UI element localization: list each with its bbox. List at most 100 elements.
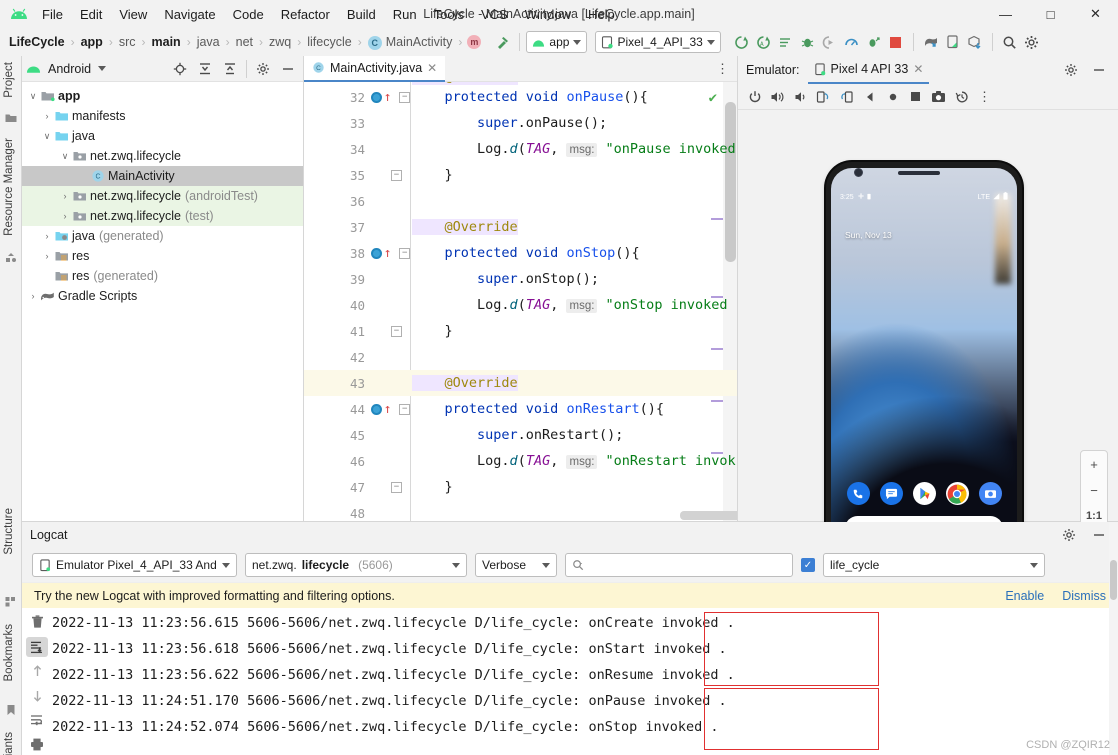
fold-icon[interactable]: − <box>399 403 410 415</box>
method-badge-icon[interactable]: m <box>467 35 482 49</box>
gutter-marks[interactable]: − <box>368 481 410 493</box>
down-icon[interactable] <box>26 686 48 707</box>
expand-all-icon[interactable] <box>219 58 241 80</box>
profiler-icon[interactable] <box>841 31 863 53</box>
rotate-left-icon[interactable] <box>813 86 834 107</box>
menu-file[interactable]: File <box>34 4 71 25</box>
breadcrumb-mainactivity[interactable]: C MainActivity <box>367 35 454 50</box>
menu-run[interactable]: Run <box>385 4 425 25</box>
clear-logcat-icon[interactable] <box>26 612 48 633</box>
sdk-manager-icon[interactable] <box>964 31 986 53</box>
breakpoint-icon[interactable] <box>371 91 382 103</box>
breadcrumb-java[interactable]: java <box>196 35 221 49</box>
menu-view[interactable]: View <box>111 4 155 25</box>
logcat-scrollbar-thumb[interactable] <box>1110 560 1117 600</box>
override-marker-icon[interactable]: ↑ <box>384 91 392 104</box>
breadcrumb-app[interactable]: app <box>80 35 104 49</box>
breadcrumb-lifecycle[interactable]: LifeCycle <box>8 35 66 49</box>
gutter-marks[interactable]: ↑ − <box>368 403 410 416</box>
override-marker-icon[interactable]: ↑ <box>384 403 392 416</box>
menu-code[interactable]: Code <box>225 4 272 25</box>
twisty-icon[interactable]: ∨ <box>40 131 54 142</box>
banner-dismiss-link[interactable]: Dismiss <box>1062 589 1106 603</box>
menu-vcs[interactable]: VCS <box>473 4 516 25</box>
twisty-icon[interactable]: › <box>58 191 72 201</box>
build-icon[interactable] <box>731 31 753 53</box>
tree-row[interactable]: ∨ net.zwq.lifecycle <box>22 146 303 166</box>
menu-navigate[interactable]: Navigate <box>156 4 223 25</box>
twisty-icon[interactable]: › <box>58 211 72 221</box>
tree-row[interactable]: › manifests <box>22 106 303 126</box>
emulator-stage[interactable]: 3:25 LTE Sun, Nov 13 + − 1:1 <box>738 110 1118 577</box>
camera-icon[interactable] <box>978 482 1002 505</box>
history-icon[interactable] <box>951 86 972 107</box>
device-select[interactable]: Pixel_4_API_33 <box>595 31 721 53</box>
soft-wrap-icon[interactable] <box>26 710 48 731</box>
power-icon[interactable] <box>744 86 765 107</box>
tree-row-mainactivity[interactable]: C MainActivity <box>22 166 303 186</box>
module-select[interactable]: app <box>526 31 588 53</box>
device-manager-icon[interactable] <box>942 31 964 53</box>
log-level-select[interactable]: Verbose <box>475 553 557 577</box>
process-select[interactable]: net.zwq. lifecycle (5606) <box>245 553 467 577</box>
fold-icon[interactable]: − <box>391 481 402 493</box>
rotate-right-icon[interactable] <box>836 86 857 107</box>
tree-row[interactable]: › net.zwq.lifecycle (test) <box>22 206 303 226</box>
twisty-icon[interactable]: › <box>40 111 54 121</box>
logcat-search-input[interactable] <box>565 553 793 577</box>
logcat-entries[interactable]: 2022-11-13 11:23:56.615 5606-5606/net.zw… <box>52 608 1118 755</box>
avd-manager-icon[interactable] <box>920 31 942 53</box>
rail-item-resource-manager[interactable]: Resource Manager <box>3 138 15 236</box>
device-screen[interactable]: 3:25 LTE Sun, Nov 13 <box>831 168 1017 571</box>
menu-edit[interactable]: Edit <box>72 4 110 25</box>
stop-icon[interactable] <box>885 31 907 53</box>
chevron-down-icon[interactable] <box>98 66 107 71</box>
gutter-marks[interactable]: ↑ − <box>368 247 410 260</box>
more-icon[interactable]: ⋮ <box>974 86 995 107</box>
gutter-marks[interactable]: ↑ − <box>368 91 410 104</box>
logcat-search-field[interactable] <box>588 558 786 572</box>
print-icon[interactable] <box>26 735 48 755</box>
gear-icon[interactable] <box>1060 59 1082 81</box>
locate-file-icon[interactable] <box>169 58 191 80</box>
more-icon[interactable]: ⋮ <box>708 61 737 77</box>
tree-row[interactable]: ∨ java <box>22 126 303 146</box>
code-content[interactable]: ✔ 31 @Override 32 ↑ − <box>304 82 737 521</box>
close-button[interactable]: ✕ <box>1073 0 1118 28</box>
volume-down-icon[interactable] <box>790 86 811 107</box>
volume-up-icon[interactable] <box>767 86 788 107</box>
settings-gear-icon[interactable] <box>1021 31 1043 53</box>
menu-tools[interactable]: Tools <box>426 4 472 25</box>
gear-icon[interactable] <box>1058 524 1080 546</box>
hide-panel-icon[interactable] <box>277 58 299 80</box>
zoom-out-button[interactable]: − <box>1080 477 1108 503</box>
twisty-icon[interactable]: ∨ <box>26 91 40 102</box>
menu-help[interactable]: Help <box>580 4 623 25</box>
rail-item-bookmarks[interactable]: Bookmarks <box>3 624 15 682</box>
twisty-icon[interactable]: › <box>40 231 54 241</box>
tab-mainactivity-java[interactable]: C MainActivity.java ✕ <box>304 56 446 82</box>
collapse-all-icon[interactable] <box>194 58 216 80</box>
tree-row[interactable]: › net.zwq.lifecycle (androidTest) <box>22 186 303 206</box>
back-icon[interactable] <box>859 86 880 107</box>
banner-enable-link[interactable]: Enable <box>1005 589 1044 603</box>
emulated-device[interactable]: 3:25 LTE Sun, Nov 13 <box>826 162 1022 577</box>
overview-icon[interactable] <box>905 86 926 107</box>
tree-row[interactable]: › Gradle Scripts <box>22 286 303 306</box>
twisty-icon[interactable]: ∨ <box>58 151 72 162</box>
breadcrumb-zwq[interactable]: zwq <box>268 35 292 49</box>
fold-icon[interactable]: − <box>399 91 410 103</box>
hide-panel-icon[interactable] <box>1088 59 1110 81</box>
home-icon[interactable] <box>882 86 903 107</box>
rebuild-icon[interactable]: A <box>753 31 775 53</box>
scroll-to-end-icon[interactable] <box>26 636 48 657</box>
rail-item-structure[interactable]: Structure <box>3 508 15 555</box>
fold-icon[interactable]: − <box>399 247 410 259</box>
chrome-icon[interactable] <box>945 482 969 505</box>
device-select[interactable]: Emulator Pixel_4_API_33 Androi <box>32 553 237 577</box>
breadcrumb-src[interactable]: src <box>118 35 137 49</box>
breakpoint-icon[interactable] <box>371 247 382 259</box>
gutter-marks[interactable]: − <box>368 325 410 337</box>
rail-item-project[interactable]: Project <box>3 62 15 98</box>
menu-window[interactable]: Window <box>517 4 579 25</box>
